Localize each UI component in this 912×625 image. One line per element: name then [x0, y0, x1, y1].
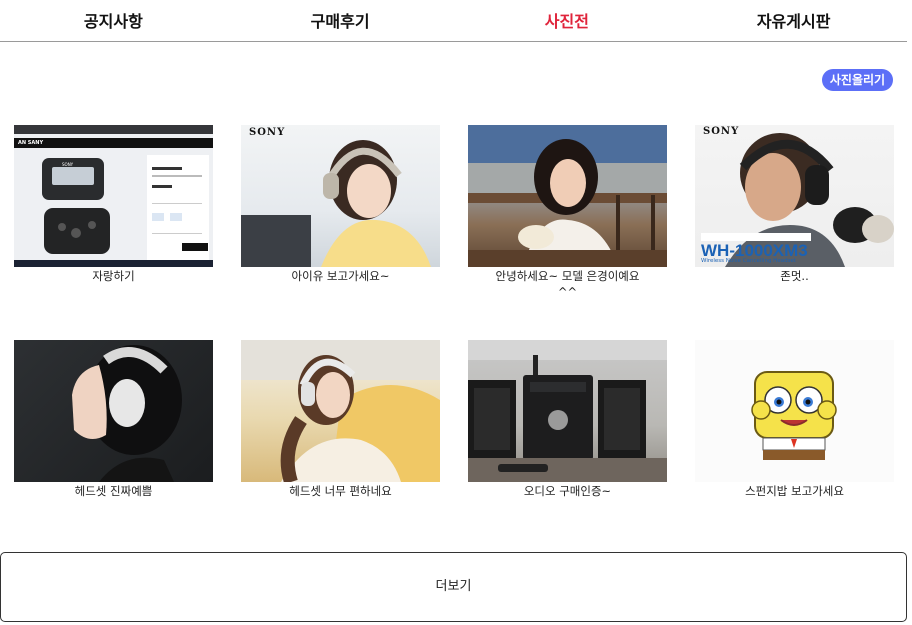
- cafe-woman-illustration: [468, 125, 667, 267]
- gallery-item[interactable]: 오디오 구매인증~: [468, 340, 667, 499]
- brand-logo: SONY: [249, 127, 286, 138]
- product-page-illustration: [14, 125, 213, 267]
- thumbnail-image[interactable]: [14, 340, 213, 482]
- thumbnail-image[interactable]: [468, 125, 667, 267]
- relaxing-woman-illustration: [241, 340, 440, 482]
- audio-system-illustration: [468, 340, 667, 482]
- gallery-item[interactable]: SONY WH-1000XM3 Wireless Noise Cancellin…: [695, 125, 894, 284]
- gallery-item[interactable]: 헤드셋 너무 편하네요: [241, 340, 440, 499]
- thumbnail-image[interactable]: SONY WH-1000XM3 Wireless Noise Cancellin…: [695, 125, 894, 267]
- gallery-caption: 안녕하세요~ 모델 은경이예요 ^^: [495, 269, 640, 299]
- gallery-caption: 자랑하기: [92, 269, 135, 283]
- gallery-item[interactable]: AN SANY SONY 자랑하기: [14, 125, 213, 284]
- gallery-item[interactable]: 헤드셋 진짜예쁨: [14, 340, 213, 499]
- gallery-caption: 스펀지밥 보고가세요: [745, 484, 844, 498]
- gallery-item[interactable]: SONY 아이유 보고가세요~: [241, 125, 440, 284]
- photo-gallery: AN SANY SONY 자랑하기 SONY 아이유 보고가세요~ 안녕하세요~…: [0, 0, 912, 520]
- load-more-button[interactable]: 더보기: [0, 552, 907, 622]
- spongebob-illustration: [751, 371, 837, 460]
- brand-logo: SONY: [62, 162, 74, 167]
- model-subtitle: Wireless Noise Cancelling Headset: [701, 258, 796, 264]
- gallery-caption: 헤드셋 진짜예쁨: [74, 484, 153, 498]
- shop-logo: AN SANY: [18, 140, 44, 146]
- thumbnail-image[interactable]: [241, 340, 440, 482]
- gallery-caption: 헤드셋 너무 편하네요: [289, 484, 392, 498]
- thumbnail-image[interactable]: [695, 340, 894, 482]
- gallery-item[interactable]: 안녕하세요~ 모델 은경이예요 ^^: [468, 125, 667, 300]
- thumbnail-image[interactable]: SONY: [241, 125, 440, 267]
- gallery-item[interactable]: 스펀지밥 보고가세요: [695, 340, 894, 499]
- profile-headphones-illustration: [72, 345, 182, 482]
- gallery-caption: 오디오 구매인증~: [523, 484, 612, 498]
- thumbnail-image[interactable]: [468, 340, 667, 482]
- brand-logo: SONY: [703, 126, 740, 137]
- gallery-caption: 존멋..: [780, 269, 809, 283]
- woman-headphones-illustration: [241, 140, 431, 267]
- gallery-caption: 아이유 보고가세요~: [291, 269, 390, 283]
- thumbnail-image[interactable]: AN SANY SONY: [14, 125, 213, 267]
